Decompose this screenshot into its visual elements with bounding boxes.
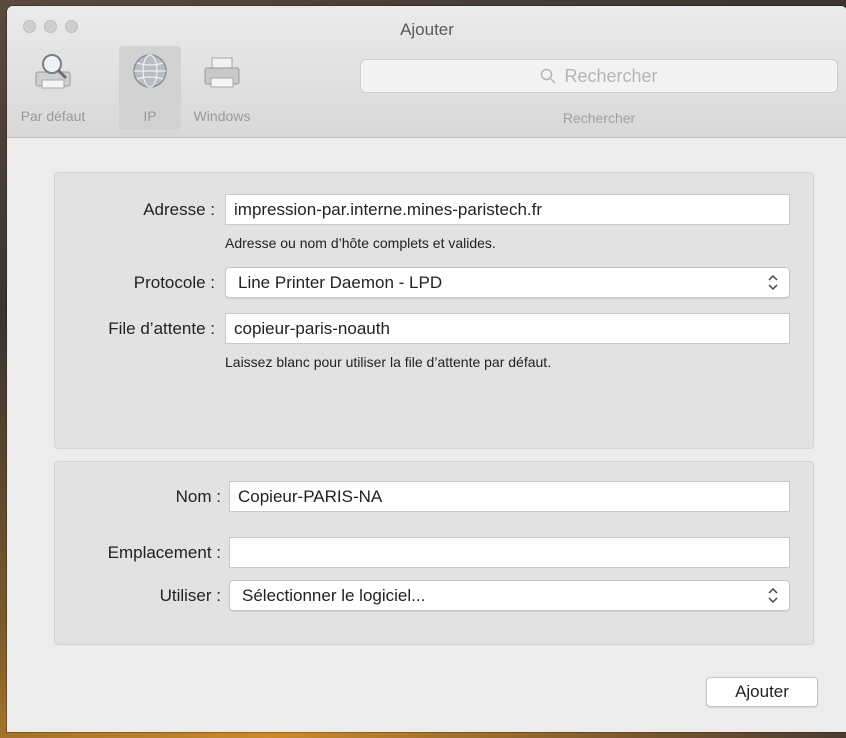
name-label: Nom :	[175, 487, 221, 506]
search-placeholder: Rechercher	[564, 65, 658, 86]
protocol-label: Protocole :	[133, 273, 215, 292]
toolbar-item-windows[interactable]: Windows	[187, 48, 257, 124]
location-field[interactable]	[229, 537, 790, 568]
add-printer-window: Ajouter Par défaut IP Windows Rechercher…	[7, 6, 846, 732]
queue-label: File d’attente :	[108, 319, 215, 338]
search-caption: Rechercher	[562, 110, 636, 126]
ip-settings-panel: Adresse : impression-par.interne.mines-p…	[54, 172, 814, 449]
name-field[interactable]: Copieur-PARIS-NA	[229, 481, 790, 512]
protocol-value: Line Printer Daemon - LPD	[238, 273, 443, 292]
queue-hint: Laissez blanc pour utiliser la file d’at…	[225, 354, 552, 370]
protocol-select[interactable]: Line Printer Daemon - LPD	[225, 267, 790, 298]
address-field[interactable]: impression-par.interne.mines-paristech.f…	[225, 194, 790, 225]
address-hint: Adresse ou nom d’hôte complets et valide…	[225, 235, 496, 251]
window-title: Ajouter	[400, 20, 454, 39]
toolbar-item-label: IP	[143, 108, 157, 124]
driver-select[interactable]: Sélectionner le logiciel...	[229, 580, 790, 611]
use-label: Utiliser :	[159, 586, 221, 605]
toolbar: Ajouter Par défaut IP Windows Rechercher…	[7, 6, 846, 138]
address-label: Adresse :	[143, 200, 215, 219]
search-input[interactable]: Rechercher	[360, 59, 838, 93]
toolbar-item-label: Par défaut	[20, 108, 86, 124]
location-label: Emplacement :	[107, 543, 221, 562]
toolbar-item-label: Windows	[193, 108, 251, 124]
globe-network-icon	[127, 48, 173, 94]
updown-chevron-icon	[767, 581, 779, 620]
printer-info-panel: Nom : Copieur-PARIS-NA Emplacement : Uti…	[54, 461, 814, 645]
toolbar-item-default[interactable]: Par défaut	[7, 48, 99, 124]
search-icon	[541, 68, 556, 84]
queue-field[interactable]: copieur-paris-noauth	[225, 313, 790, 344]
add-button[interactable]: Ajouter	[706, 677, 818, 707]
toolbar-item-ip[interactable]: IP	[119, 46, 181, 130]
windows-printer-icon	[199, 48, 245, 94]
updown-chevron-icon	[767, 268, 779, 307]
default-printer-search-icon	[30, 48, 76, 94]
driver-value: Sélectionner le logiciel...	[242, 586, 426, 605]
